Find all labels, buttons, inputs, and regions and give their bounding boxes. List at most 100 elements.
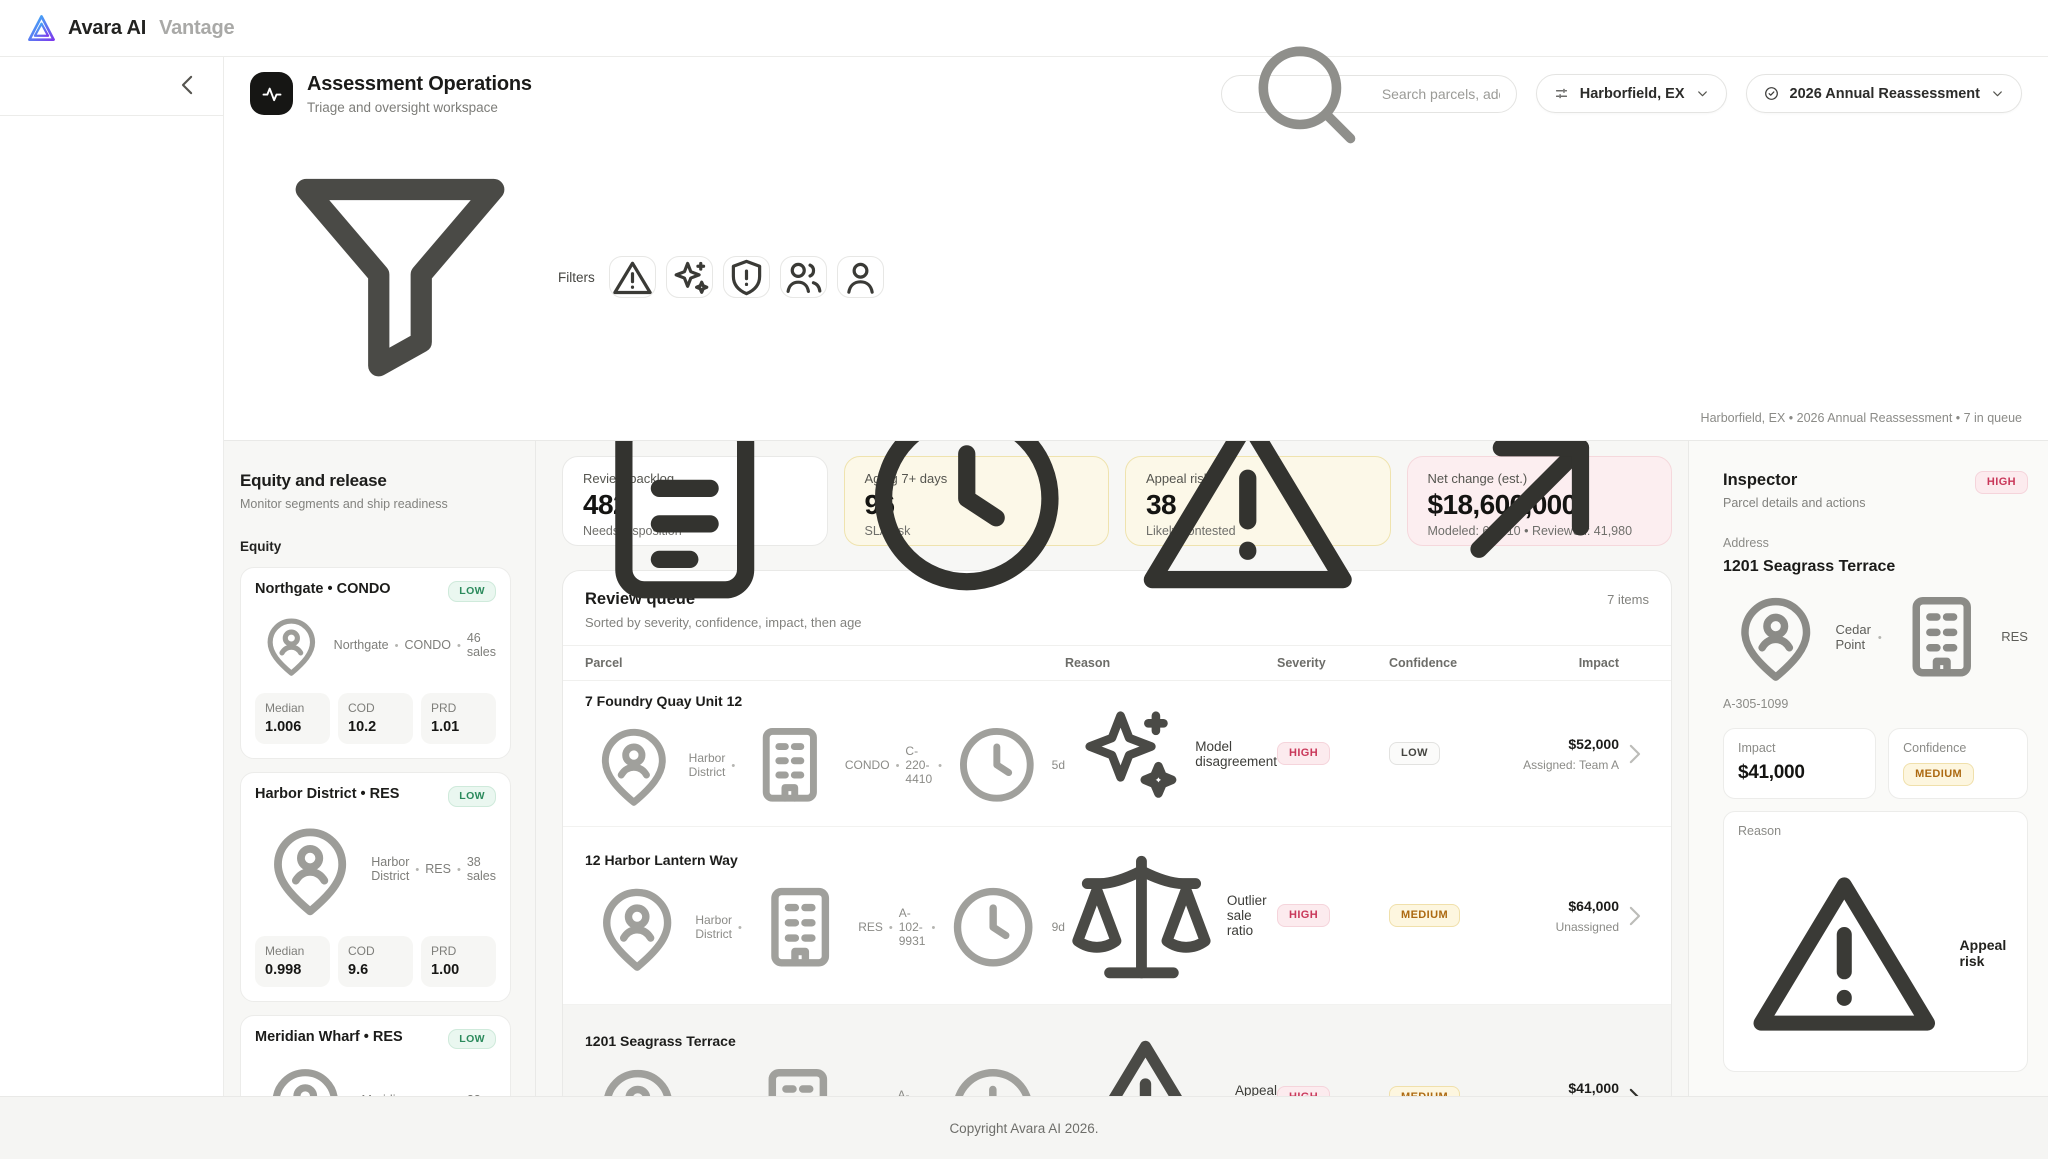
scale-icon [1065, 839, 1218, 992]
map-pin-icon [585, 1056, 691, 1096]
segment-stat-cod: COD9.6 [338, 936, 413, 987]
context-breadcrumb: Harborfield, EX • 2026 Annual Reassessme… [1701, 411, 2022, 427]
confidence-badge: MEDIUM [1903, 763, 1974, 786]
building-icon [741, 716, 839, 814]
stat-card-appeal-risk: Appeal risk 38 Likely contested [1125, 456, 1391, 546]
filter-model-button[interactable] [666, 256, 713, 298]
table-row[interactable]: 7 Foundry Quay Unit 12 Harbor District C… [563, 681, 1671, 827]
left-rail [0, 57, 224, 1096]
triangle-alert-icon [610, 255, 655, 300]
impact-assignee: Assigned: Team A [1489, 758, 1619, 772]
reason-cell: Appeal risk [1065, 1017, 1277, 1096]
copyright-text: Copyright Avara AI 2026. [949, 1121, 1098, 1136]
filters-label: Filters [250, 127, 595, 427]
brand-name: Avara AI [68, 17, 146, 40]
clock-icon [948, 716, 1046, 814]
segment-stat-prd: PRD1.00 [421, 936, 496, 987]
jurisdiction-value: Harborfield, EX [1580, 86, 1685, 102]
confidence-badge: MEDIUM [1389, 1086, 1460, 1096]
search-icon [1238, 26, 1373, 161]
parcel-name: 7 Foundry Quay Unit 12 [585, 693, 1065, 709]
table-row-selected[interactable]: 1201 Seagrass Terrace Cedar Point RES A-… [563, 1005, 1671, 1096]
address-value: 1201 Seagrass Terrace [1723, 558, 2028, 576]
segment-card[interactable]: Meridian Wharf • RES LOW Meridian Wharf … [240, 1015, 511, 1096]
segment-card[interactable]: Northgate • CONDO LOW Northgate CONDO 46… [240, 567, 511, 759]
segment-meta: Harbor District RES 38 sales [255, 814, 496, 924]
filter-assignee-button[interactable] [837, 256, 884, 298]
filter-risk-button[interactable] [723, 256, 770, 298]
table-row[interactable]: 12 Harbor Lantern Way Harbor District RE… [563, 827, 1671, 1005]
chevron-down-icon [1695, 86, 1710, 101]
brand: Avara AI Vantage [26, 13, 234, 44]
funnel-icon [250, 127, 550, 427]
page-title: Assessment Operations [307, 73, 532, 96]
segment-name: Harbor District • RES [255, 786, 399, 802]
severity-badge: HIGH [1277, 904, 1330, 927]
confidence-badge: MEDIUM [1389, 904, 1460, 927]
equity-subtitle: Monitor segments and ship readiness [240, 497, 511, 511]
clipboard-list-icon [563, 441, 807, 625]
reason-value: Appeal risk [1960, 937, 2013, 969]
review-queue-card: Review queue Sorted by severity, confide… [562, 570, 1672, 1096]
parcel-name: 12 Harbor Lantern Way [585, 852, 1065, 868]
segment-risk-badge: LOW [448, 786, 496, 807]
segment-stat-cod: COD10.2 [338, 693, 413, 744]
clock-icon [941, 875, 1045, 979]
reason-card: Reason Appeal risk [1723, 811, 2028, 1072]
impact-value: $64,000 [1489, 898, 1619, 914]
jurisdiction-dropdown[interactable]: Harborfield, EX [1536, 74, 1727, 113]
arrow-up-right-icon [1408, 441, 1652, 625]
clock-icon [845, 441, 1089, 625]
sparkles-icon [1065, 693, 1186, 814]
parcel-meta: Harbor District RES A-102-9931 9d [585, 875, 1065, 979]
cycle-dropdown[interactable]: 2026 Annual Reassessment [1746, 74, 2022, 113]
chevron-right-icon [1619, 1083, 1649, 1096]
left-rail-header [0, 57, 223, 116]
address-meta: Cedar Point RES [1723, 584, 2028, 689]
page-subtitle: Triage and oversight workspace [307, 100, 532, 115]
search-input[interactable] [1382, 86, 1500, 102]
inspector-subtitle: Parcel details and actions [1723, 496, 1865, 510]
reason-cell: Model disagreement [1065, 693, 1277, 814]
chevron-right-icon [1619, 739, 1649, 769]
parcel-meta: Cedar Point RES A-305-1099 6d [585, 1056, 1065, 1096]
inspector-severity-badge: HIGH [1975, 471, 2028, 494]
brand-logo-icon [26, 13, 57, 44]
parcel-meta: Harbor District CONDO C-220-4410 5d [585, 716, 1065, 814]
collapse-sidebar-button[interactable] [173, 71, 203, 101]
impact-card: Impact $41,000 [1723, 728, 1876, 799]
search-box[interactable] [1221, 75, 1517, 113]
shield-alert-icon [724, 255, 769, 300]
confidence-card: Confidence MEDIUM [1888, 728, 2028, 799]
triangle-alert-icon [1738, 846, 1951, 1059]
equity-panel: Equity and release Monitor segments and … [224, 441, 536, 1096]
segment-stat-median: Median1.006 [255, 693, 330, 744]
chevron-right-icon [1619, 901, 1649, 931]
address-label: Address [1723, 536, 2028, 550]
activity-icon [260, 82, 284, 106]
impact-assignee: Unassigned [1489, 920, 1619, 934]
segment-card[interactable]: Harbor District • RES LOW Harbor Distric… [240, 772, 511, 1002]
footer: Copyright Avara AI 2026. [0, 1096, 2048, 1159]
building-icon [748, 875, 852, 979]
filter-alerts-button[interactable] [609, 256, 656, 298]
top-bar: Avara AI Vantage [0, 0, 2048, 57]
impact-value: $41,000 [1489, 1080, 1619, 1096]
workspace-header: Assessment Operations Triage and oversig… [224, 57, 2048, 441]
queue-column-headers: Parcel Reason Severity Confidence Impact [563, 646, 1671, 681]
inspector-panel: Inspector Parcel details and actions HIG… [1688, 441, 2048, 1096]
stat-cards: Review backlog 482 Needs disposition Agi… [562, 456, 1672, 546]
impact-value: $41,000 [1738, 762, 1861, 784]
segment-risk-badge: LOW [448, 581, 496, 602]
segment-name: Northgate • CONDO [255, 581, 391, 597]
workspace-icon [250, 72, 293, 115]
map-pin-icon [255, 814, 365, 924]
parcel-id: A-305-1099 [1723, 697, 2028, 711]
impact-value: $52,000 [1489, 736, 1619, 752]
map-pin-icon [255, 609, 328, 682]
sliders-icon [1553, 85, 1570, 102]
segment-stat-prd: PRD1.01 [421, 693, 496, 744]
confidence-badge: LOW [1389, 742, 1440, 765]
filter-teams-button[interactable] [780, 256, 827, 298]
triangle-alert-icon [1126, 441, 1370, 625]
